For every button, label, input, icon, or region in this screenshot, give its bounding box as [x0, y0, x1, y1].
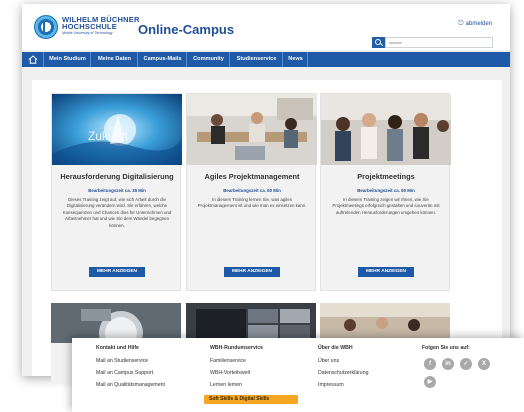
card-duration: Bearbeitungszeit ca. 35 Min: [88, 188, 146, 193]
card-image: [187, 94, 317, 165]
training-card-agiles-pm: Agiles Projektmanagement Bearbeitungszei…: [186, 93, 317, 291]
wbh-logo-icon[interactable]: [34, 15, 58, 39]
nav-item-mein-studium[interactable]: Mein Studium: [45, 52, 91, 67]
card-duration: Bearbeitungszeit ca. 60 Min: [357, 188, 415, 193]
logout-label: abmelden: [465, 21, 492, 27]
footer-heading-kontakt: Kontakt und Hilfe: [96, 345, 139, 351]
card-description: In diesem Training lernen Sie, was agile…: [197, 197, 307, 209]
youtube-icon[interactable]: ▶: [424, 376, 436, 388]
search-input[interactable]: [385, 37, 493, 48]
logout-icon: ⎋: [458, 20, 464, 27]
more-button[interactable]: MEHR ANZEIGEN: [358, 267, 414, 277]
card-image-overlay-text: Zukunft: [88, 129, 129, 143]
twitter-icon[interactable]: ✓: [460, 358, 472, 370]
nav-home-button[interactable]: [22, 52, 44, 67]
footer-link-mail-campus-support[interactable]: Mail an Campus Support: [96, 370, 153, 376]
site-header: WILHELM BÜCHNER HOCHSCHULE Mobile Univer…: [22, 4, 510, 50]
stopwatch-image: [51, 303, 181, 355]
footer-link-soft-skills[interactable]: Soft Skills & Digital Skills: [209, 396, 269, 402]
home-icon: [28, 55, 38, 64]
nav-item-studienservice[interactable]: Studienservice: [231, 52, 283, 67]
card-image: Zukunft: [52, 94, 182, 165]
footer-link-impressum[interactable]: Impressum: [318, 382, 344, 388]
nav-item-campus-mails[interactable]: Campus-Mails: [139, 52, 187, 67]
office-people-image: [320, 303, 450, 343]
nav-item-community[interactable]: Community: [188, 52, 230, 67]
office-team-image: [321, 94, 451, 165]
linkedin-icon[interactable]: in: [442, 358, 454, 370]
footer-link-datenschutz[interactable]: Datenschutzerklärung: [318, 370, 368, 376]
card-title: Projektmeetings: [357, 172, 415, 181]
footer-link-ueber-uns[interactable]: Über uns: [318, 358, 339, 364]
video-call-image: [186, 303, 316, 343]
main-nav: Mein Studium Meine Daten Campus-Mails Co…: [22, 52, 510, 67]
card-image: [321, 94, 451, 165]
card-description: Dieses Training zeigt auf, wie sich Arbe…: [62, 197, 172, 228]
xing-icon[interactable]: X: [478, 358, 490, 370]
card-title: Herausforderung Digitalisierung: [60, 172, 174, 181]
footer-link-lernen-lernen[interactable]: Lernen lernen: [210, 382, 242, 388]
training-card-digitalisierung: Zukunft Herausforderung Digitalisierung …: [51, 93, 182, 291]
footer-heading-rundumservice: WBH-Rundumservice: [210, 345, 264, 351]
footer-link-mail-studienservice[interactable]: Mail an Studienservice: [96, 358, 148, 364]
card-duration: Bearbeitungszeit ca. 60 Min: [223, 188, 281, 193]
team-meeting-image: [187, 94, 317, 165]
footer-link-familienservice[interactable]: Familienservice: [210, 358, 246, 364]
facebook-icon[interactable]: f: [424, 358, 436, 370]
footer-link-mail-qualitaetsmanagement[interactable]: Mail an Qualitätsmanagement: [96, 382, 165, 388]
more-button[interactable]: MEHR ANZEIGEN: [224, 267, 280, 277]
footer-heading-social: Folgen Sie uns auf:: [422, 345, 470, 351]
card-description: In diesem Training zeigen wir Ihnen, wie…: [332, 197, 440, 215]
search-icon[interactable]: [372, 37, 385, 48]
site-footer: Kontakt und Hilfe Mail an Studienservice…: [72, 338, 524, 412]
more-button[interactable]: MEHR ANZEIGEN: [89, 267, 145, 277]
card-title: Agiles Projektmanagement: [204, 172, 300, 181]
brand-tagline: Mobile University of Technology: [62, 31, 113, 35]
training-card-projektmeetings: Projektmeetings Bearbeitungszeit ca. 60 …: [320, 93, 451, 291]
digital-future-image: Zukunft: [52, 94, 182, 165]
logout-link[interactable]: ⎋ abmelden: [458, 20, 492, 28]
nav-item-news[interactable]: News: [284, 52, 308, 67]
page-title: Online-Campus: [138, 22, 235, 37]
footer-heading-ueber: Über die WBH: [318, 345, 353, 351]
nav-item-meine-daten[interactable]: Meine Daten: [92, 52, 138, 67]
brand-line2: HOCHSCHULE: [62, 22, 117, 31]
footer-link-vorteilswelt[interactable]: WBH-Vorteilswelt: [210, 370, 250, 376]
